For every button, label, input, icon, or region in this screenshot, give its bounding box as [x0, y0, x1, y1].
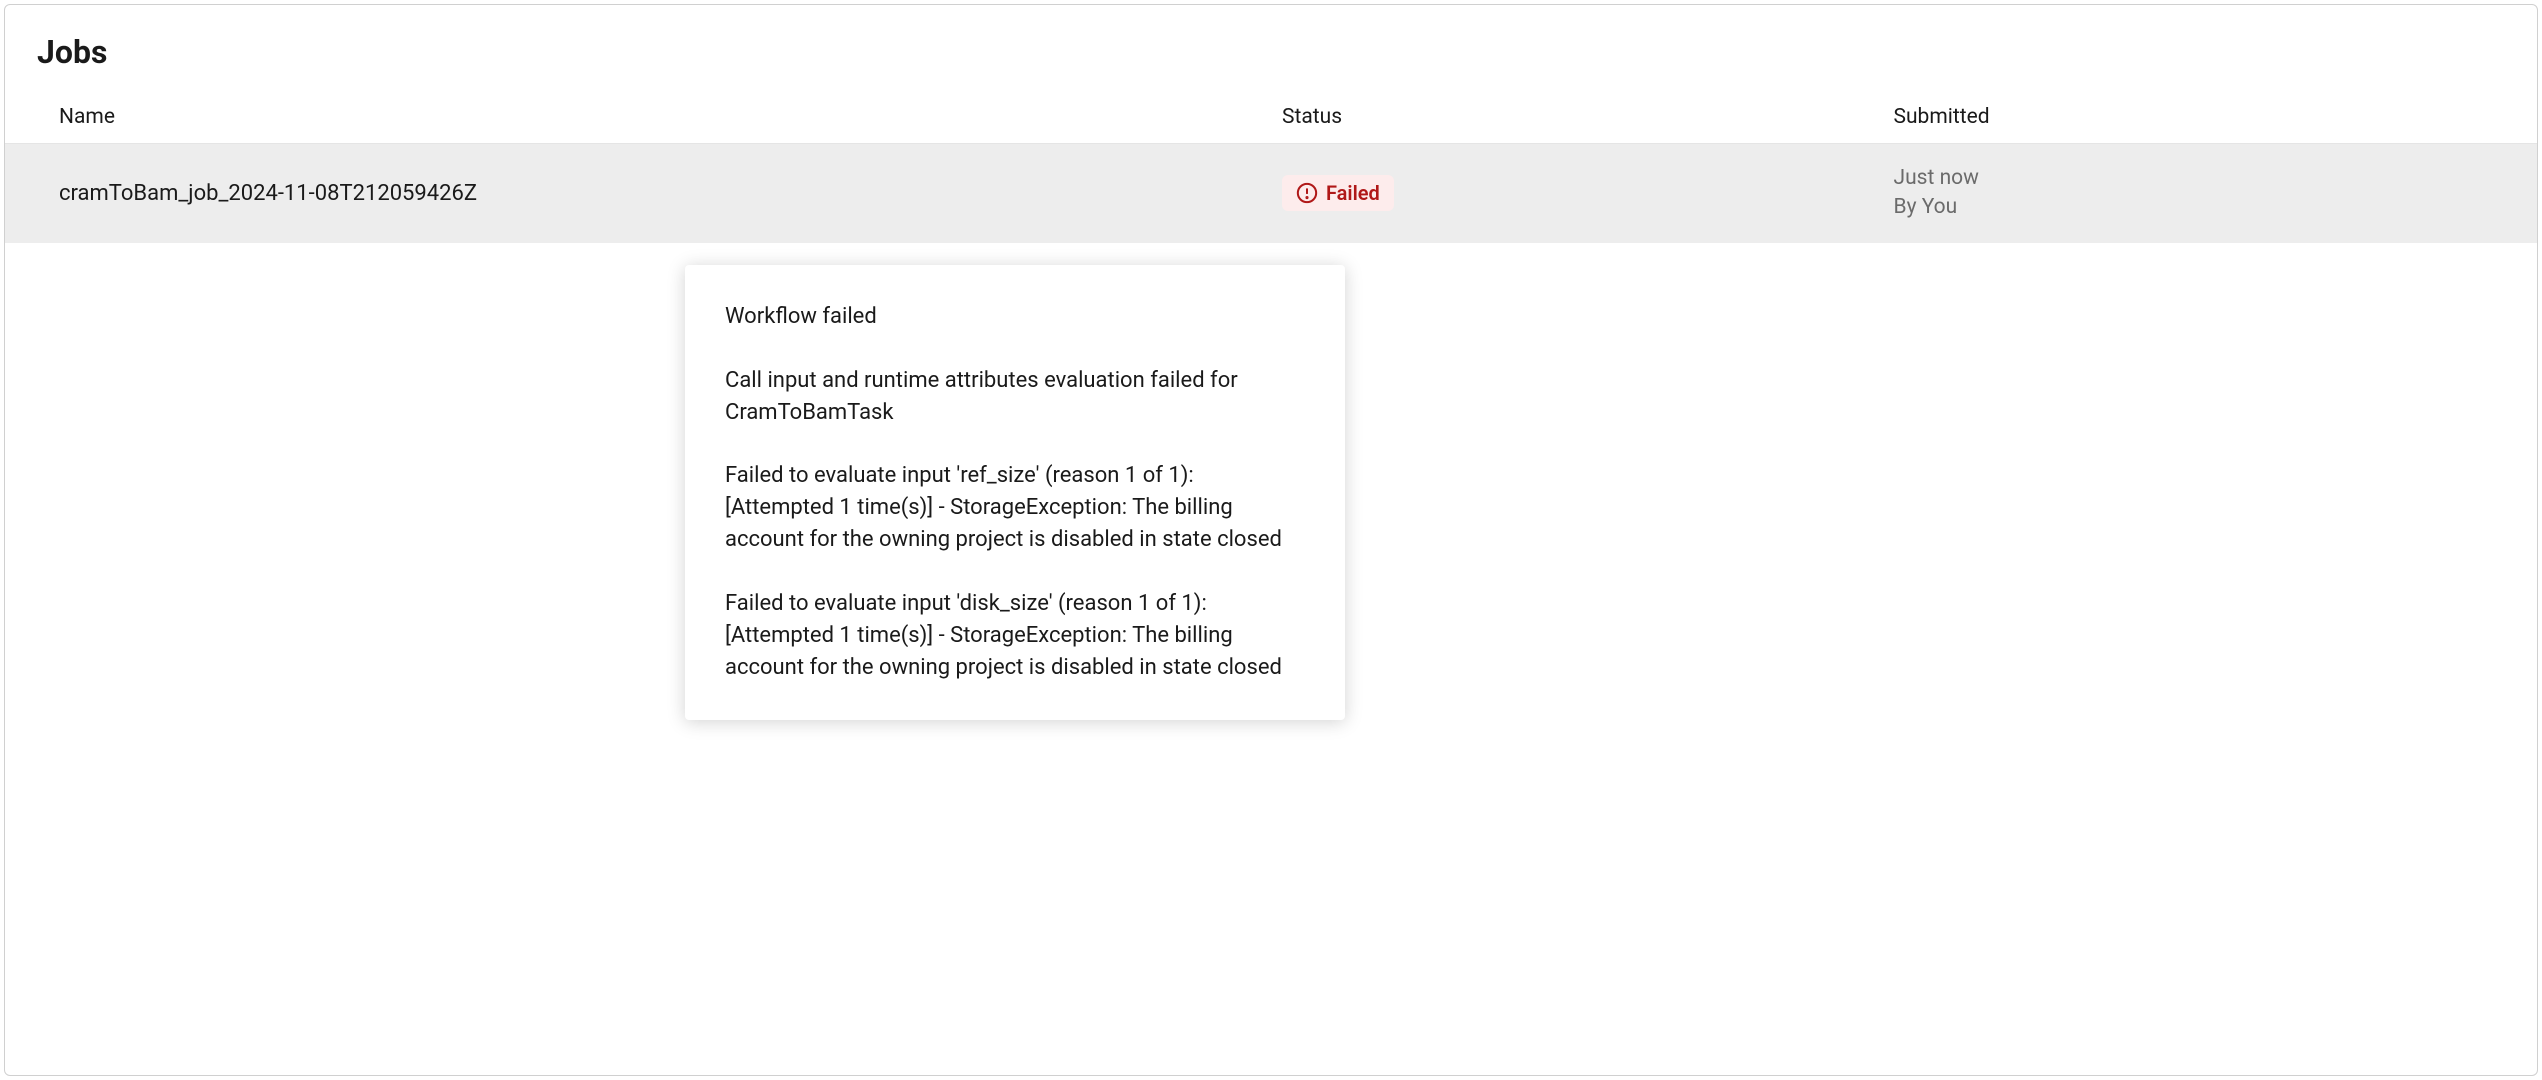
- column-header-name[interactable]: Name: [59, 105, 1282, 129]
- error-tooltip: Workflow failed Call input and runtime a…: [685, 265, 1345, 720]
- job-name: cramToBam_job_2024-11-08T212059426Z: [59, 181, 477, 206]
- table-header: Name Status Submitted: [5, 91, 2537, 144]
- submitted-info: Just now By You: [1894, 164, 2506, 223]
- page-title: Jobs: [5, 5, 2537, 91]
- status-badge-failed[interactable]: Failed: [1282, 175, 1394, 211]
- submitted-by: By You: [1894, 193, 2506, 222]
- table-row[interactable]: cramToBam_job_2024-11-08T212059426Z Fail…: [5, 144, 2537, 243]
- submitted-time: Just now: [1894, 164, 2506, 193]
- column-header-submitted[interactable]: Submitted: [1894, 105, 2506, 129]
- column-header-status[interactable]: Status: [1282, 105, 1894, 129]
- status-label: Failed: [1326, 181, 1380, 205]
- error-icon: [1296, 182, 1318, 204]
- jobs-panel: Jobs Name Status Submitted cramToBam_job…: [4, 4, 2538, 1076]
- jobs-table: Name Status Submitted cramToBam_job_2024…: [5, 91, 2537, 243]
